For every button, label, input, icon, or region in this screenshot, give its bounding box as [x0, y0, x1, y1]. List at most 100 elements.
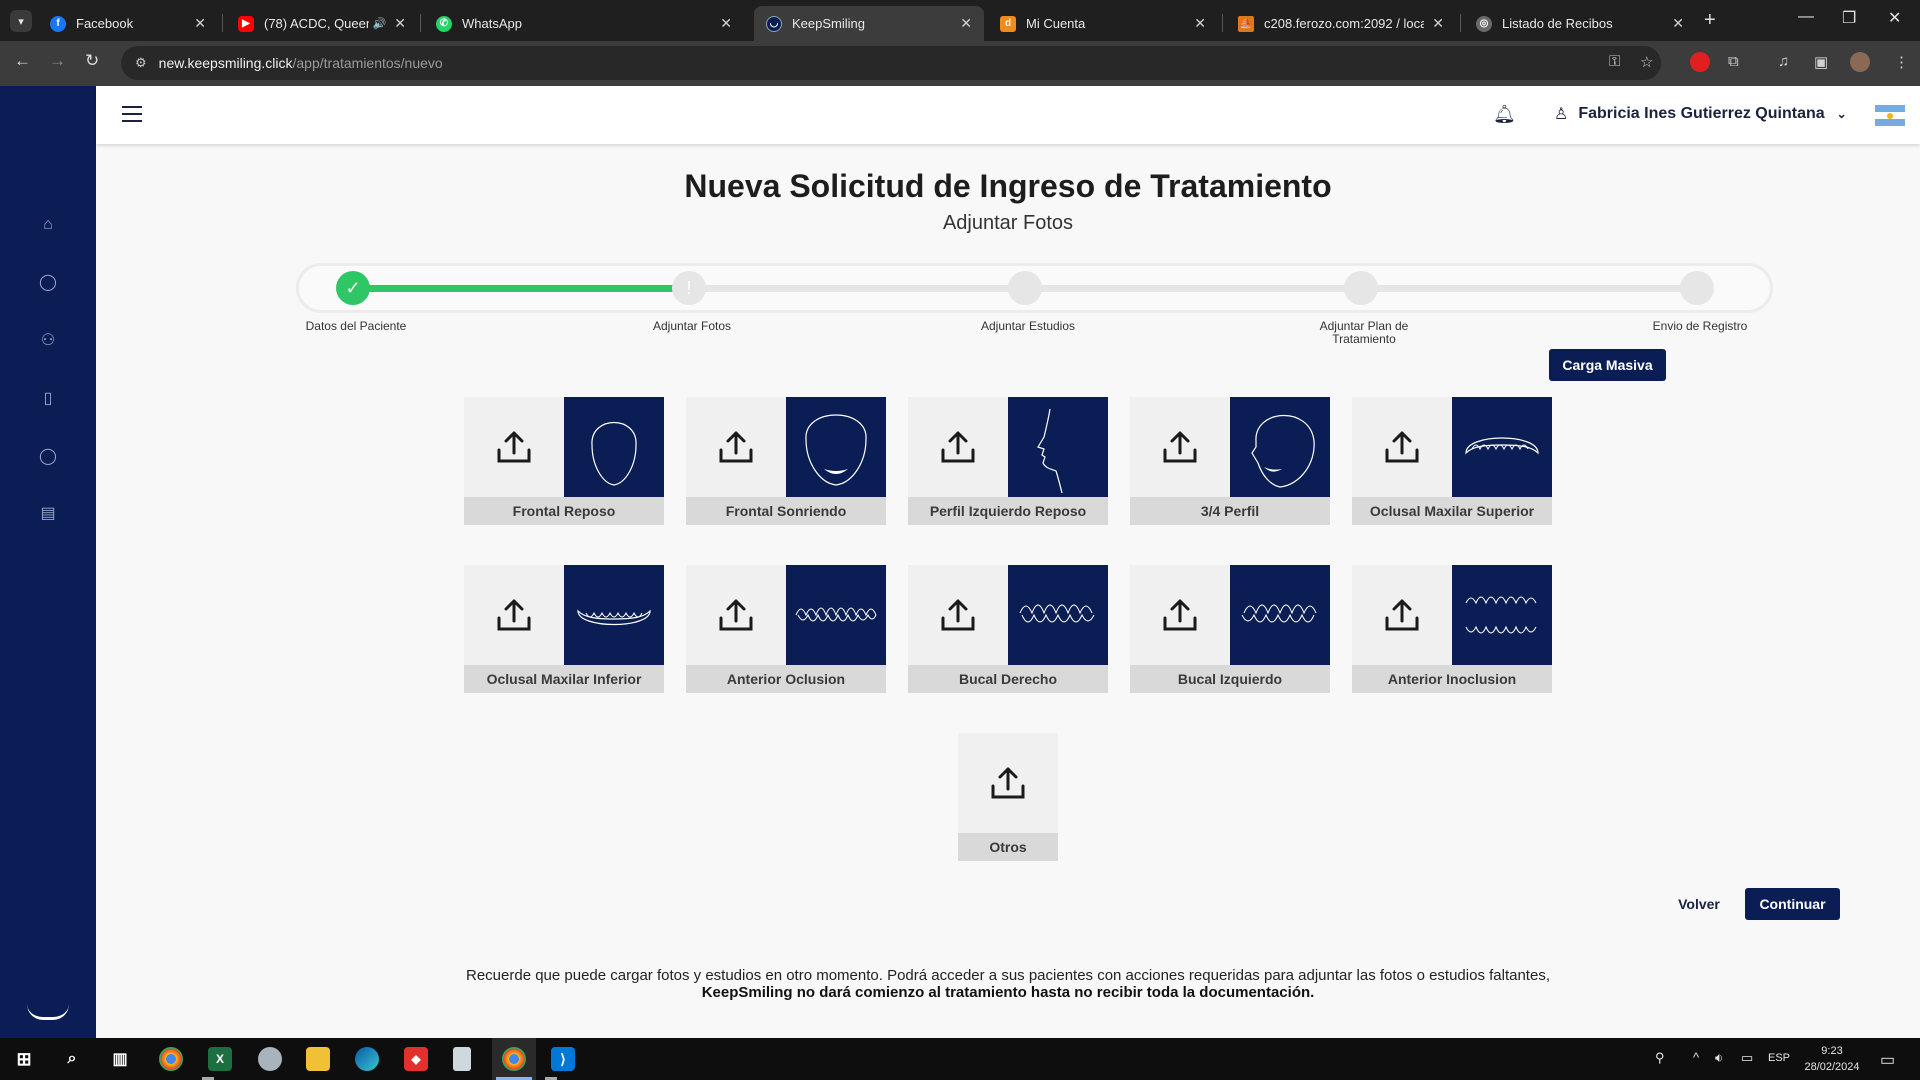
vscode-icon[interactable]: ⟩: [551, 1047, 575, 1071]
patients-icon[interactable]: ⚇: [38, 331, 58, 351]
photo-card-anterior-oclusion: Anterior Oclusion: [686, 565, 886, 696]
address-bar[interactable]: ⚙ new.keepsmiling.click/app/tratamientos…: [121, 46, 1661, 80]
tab-whatsapp[interactable]: ✆ WhatsApp ✕: [424, 6, 744, 41]
upload-button[interactable]: [686, 565, 786, 665]
password-key-icon[interactable]: ⚿: [1609, 53, 1620, 70]
upload-button[interactable]: [464, 565, 564, 665]
upload-button[interactable]: [1352, 565, 1452, 665]
photo-card-anterior-inoclusion: Anterior Inoclusion: [1352, 565, 1552, 696]
tray-chevron-icon[interactable]: ^: [1693, 1050, 1699, 1065]
messages-icon[interactable]: ◯: [38, 447, 58, 467]
site-info-icon[interactable]: ⚙: [135, 55, 147, 71]
tab-keepsmiling[interactable]: ◡ KeepSmiling ✕: [754, 6, 984, 41]
photo-label: Frontal Sonriendo: [686, 497, 886, 525]
chrome-profile-icon[interactable]: [502, 1047, 526, 1071]
step-dot-done: ✓: [336, 271, 370, 305]
forward-arrow-icon[interactable]: →: [49, 51, 66, 71]
photo-label: Bucal Derecho: [908, 665, 1108, 693]
minimize-button[interactable]: —: [1798, 8, 1814, 26]
user-menu[interactable]: ♙ Fabricia Ines Gutierrez Quintana ⌄: [1554, 104, 1847, 124]
network-icon[interactable]: ▭: [1741, 1050, 1753, 1066]
search-icon[interactable]: ⌕: [60, 1047, 84, 1071]
tab-title: (78) ACDC, Queen, Bon Jovi: [264, 16, 369, 31]
upload-button[interactable]: [686, 397, 786, 497]
argentina-flag-icon[interactable]: [1875, 105, 1905, 126]
photo-card-otros: Otros: [958, 733, 1058, 864]
close-icon[interactable]: ✕: [1194, 15, 1206, 32]
tab-listado-recibos[interactable]: ◎ Listado de Recibos ✕: [1464, 6, 1696, 41]
tab-facebook[interactable]: f Facebook ✕: [38, 6, 218, 41]
browser-menu-icon[interactable]: ⋮: [1894, 53, 1909, 71]
chat-icon[interactable]: ◯: [38, 273, 58, 293]
upload-button[interactable]: [908, 565, 1008, 665]
clock[interactable]: 9:23 28/02/2024: [1800, 1043, 1864, 1075]
profile-avatar[interactable]: [1850, 52, 1870, 72]
upload-button[interactable]: [908, 397, 1008, 497]
upload-icon: [941, 431, 975, 463]
upload-icon: [1385, 431, 1419, 463]
window-close-button[interactable]: ✕: [1888, 8, 1901, 28]
database-icon[interactable]: [453, 1047, 471, 1071]
excel-icon[interactable]: X: [208, 1047, 232, 1071]
document-icon[interactable]: ▯: [38, 389, 58, 409]
upload-button[interactable]: [1130, 565, 1230, 665]
browser-tabstrip: ▾ f Facebook ✕ ▶ (78) ACDC, Queen, Bon J…: [0, 0, 1920, 41]
back-arrow-icon[interactable]: ←: [14, 51, 31, 71]
close-icon[interactable]: ✕: [194, 15, 206, 32]
donweb-icon: d: [1000, 15, 1016, 32]
photo-label: Perfil Izquierdo Reposo: [908, 497, 1108, 525]
upload-icon: [497, 599, 531, 631]
receipt-icon[interactable]: ▤: [38, 504, 58, 524]
app-icon[interactable]: [258, 1047, 282, 1071]
tab-mi-cuenta[interactable]: d Mi Cuenta ✕: [988, 6, 1218, 41]
tab-youtube[interactable]: ▶ (78) ACDC, Queen, Bon Jovi 🔊 ✕: [226, 6, 418, 41]
speaker-icon[interactable]: 🔊: [373, 17, 387, 30]
new-tab-button[interactable]: +: [1704, 9, 1716, 32]
upload-button[interactable]: [1352, 397, 1452, 497]
step-label-adjuntar-estudios: Adjuntar Estudios: [980, 319, 1076, 333]
progress-fill: [352, 285, 688, 292]
close-icon[interactable]: ✕: [1672, 15, 1684, 32]
tab-search-button[interactable]: ▾: [10, 10, 32, 32]
restore-button[interactable]: ❐: [1842, 8, 1856, 28]
back-button[interactable]: Volver: [1666, 888, 1732, 920]
upload-button[interactable]: [958, 733, 1058, 833]
language-indicator[interactable]: ESP: [1768, 1052, 1790, 1064]
windows-start-icon[interactable]: ⊞: [12, 1047, 36, 1071]
close-icon[interactable]: ✕: [394, 15, 406, 32]
bell-icon[interactable]: 🔔︎: [1493, 104, 1516, 125]
bookmark-star-icon[interactable]: ☆: [1640, 53, 1653, 71]
reload-icon[interactable]: ↻: [85, 51, 99, 71]
bulk-upload-button[interactable]: Carga Masiva: [1549, 349, 1666, 381]
footnote-text: Recuerde que puede cargar fotos y estudi…: [466, 967, 1550, 984]
step-dot: [1344, 271, 1378, 305]
continue-button[interactable]: Continuar: [1745, 888, 1840, 920]
chrome-icon[interactable]: [159, 1047, 183, 1071]
side-panel-icon[interactable]: ▣: [1814, 53, 1828, 71]
anydesk-icon[interactable]: ◆: [404, 1047, 428, 1071]
volume-icon[interactable]: 🔉︎: [1715, 1050, 1723, 1066]
close-icon[interactable]: ✕: [720, 15, 732, 32]
page-title: Nueva Solicitud de Ingreso de Tratamient…: [684, 168, 1332, 204]
tab-phpmyadmin[interactable]: ⛵ c208.ferozo.com:2092 / localho ✕: [1226, 6, 1456, 41]
people-icon[interactable]: ⚲: [1655, 1050, 1665, 1066]
close-icon[interactable]: ✕: [1432, 15, 1444, 32]
media-controls-icon[interactable]: ♫: [1778, 53, 1789, 70]
face-front-icon: [564, 397, 664, 497]
upload-button[interactable]: [1130, 397, 1230, 497]
extension-icon[interactable]: [1690, 52, 1710, 72]
edge-icon[interactable]: [355, 1047, 379, 1071]
menu-icon[interactable]: [122, 106, 142, 123]
task-view-icon[interactable]: ▥: [108, 1047, 132, 1071]
close-icon[interactable]: ✕: [960, 15, 972, 32]
home-icon[interactable]: ⌂: [38, 215, 58, 235]
step-dot: [1680, 271, 1714, 305]
notifications-icon[interactable]: ▭: [1880, 1050, 1895, 1070]
file-explorer-icon[interactable]: [306, 1047, 330, 1071]
keepsmiling-icon: ◡: [766, 15, 782, 32]
upload-icon: [1385, 599, 1419, 631]
photo-card-tres-cuartos: 3/4 Perfil: [1130, 397, 1330, 528]
extensions-puzzle-icon[interactable]: ⧉: [1728, 53, 1739, 70]
page-subtitle: Adjuntar Fotos: [942, 212, 1074, 234]
upload-button[interactable]: [464, 397, 564, 497]
